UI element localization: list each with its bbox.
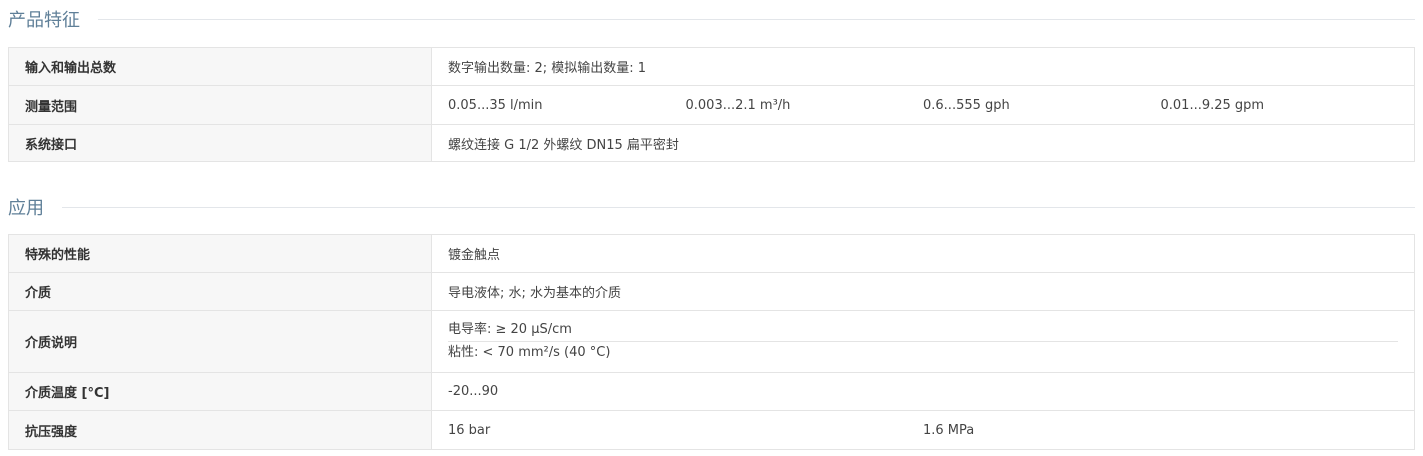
table-row: 特殊的性能 镀金触点 bbox=[8, 234, 1415, 273]
measurement-range-values: 0.05...35 l/min 0.003...2.1 m³/h 0.6...5… bbox=[448, 98, 1398, 113]
section-header-application: 应用 bbox=[8, 195, 1415, 219]
medium-description-line: 粘性: < 70 mm²/s (40 °C) bbox=[448, 341, 1398, 364]
row-label: 介质说明 bbox=[8, 310, 432, 373]
table-row: 介质 导电液体; 水; 水为基本的介质 bbox=[8, 272, 1415, 311]
range-value: 0.05...35 l/min bbox=[448, 97, 543, 113]
row-value: 0.05...35 l/min 0.003...2.1 m³/h 0.6...5… bbox=[431, 85, 1415, 125]
table-row: 输入和输出总数 数字输出数量: 2; 模拟输出数量: 1 bbox=[8, 47, 1415, 86]
table-row: 介质说明 电导率: ≥ 20 µS/cm 粘性: < 70 mm²/s (40 … bbox=[8, 310, 1415, 373]
section-divider bbox=[98, 18, 1415, 20]
row-label: 抗压强度 bbox=[8, 410, 432, 450]
range-value: 0.01...9.25 gpm bbox=[1160, 97, 1265, 113]
row-value: 数字输出数量: 2; 模拟输出数量: 1 bbox=[431, 47, 1415, 86]
row-label: 测量范围 bbox=[8, 85, 432, 125]
section-title-application: 应用 bbox=[8, 198, 44, 219]
product-spec-page: 产品特征 输入和输出总数 数字输出数量: 2; 模拟输出数量: 1 测量范围 0… bbox=[0, 0, 1423, 456]
range-value: 0.003...2.1 m³/h bbox=[685, 97, 791, 113]
pressure-value: 1.6 MPa bbox=[923, 422, 975, 438]
application-table: 特殊的性能 镀金触点 介质 导电液体; 水; 水为基本的介质 介质说明 电导率:… bbox=[8, 234, 1415, 450]
table-row: 介质温度 [°C] -20...90 bbox=[8, 372, 1415, 411]
table-row: 系统接口 螺纹连接 G 1/2 外螺纹 DN15 扁平密封 bbox=[8, 124, 1415, 162]
pressure-value: 16 bar bbox=[448, 422, 491, 438]
table-row: 测量范围 0.05...35 l/min 0.003...2.1 m³/h 0.… bbox=[8, 85, 1415, 125]
section-header-features: 产品特征 bbox=[8, 7, 1415, 31]
row-label: 特殊的性能 bbox=[8, 234, 432, 273]
row-value: 螺纹连接 G 1/2 外螺纹 DN15 扁平密封 bbox=[431, 124, 1415, 162]
range-value: 0.6...555 gph bbox=[923, 97, 1010, 113]
pressure-values: 16 bar 1.6 MPa bbox=[448, 423, 1398, 438]
row-value: 镀金触点 bbox=[431, 234, 1415, 273]
row-value: 电导率: ≥ 20 µS/cm 粘性: < 70 mm²/s (40 °C) bbox=[431, 310, 1415, 373]
row-label: 介质 bbox=[8, 272, 432, 311]
row-value: -20...90 bbox=[431, 372, 1415, 411]
medium-description-line: 电导率: ≥ 20 µS/cm bbox=[448, 322, 572, 337]
section-divider bbox=[62, 206, 1415, 208]
row-value: 16 bar 1.6 MPa bbox=[431, 410, 1415, 450]
features-table: 输入和输出总数 数字输出数量: 2; 模拟输出数量: 1 测量范围 0.05..… bbox=[8, 47, 1415, 162]
row-label: 输入和输出总数 bbox=[8, 47, 432, 86]
section-title-features: 产品特征 bbox=[8, 10, 80, 31]
table-row: 抗压强度 16 bar 1.6 MPa bbox=[8, 410, 1415, 450]
row-label: 系统接口 bbox=[8, 124, 432, 162]
row-label: 介质温度 [°C] bbox=[8, 372, 432, 411]
row-value: 导电液体; 水; 水为基本的介质 bbox=[431, 272, 1415, 311]
